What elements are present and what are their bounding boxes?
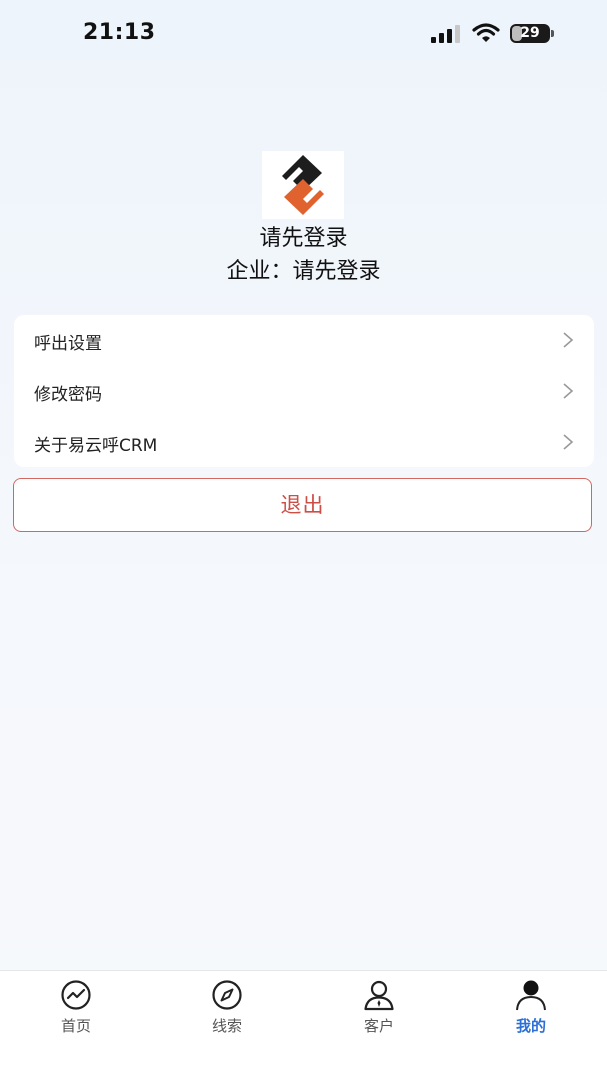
- menu-item-change-password[interactable]: 修改密码: [14, 366, 594, 416]
- tab-label: 首页: [60, 1017, 91, 1035]
- battery-percent: 29: [520, 25, 540, 41]
- logo-icon: [282, 155, 324, 215]
- company-label: 企业：: [226, 259, 293, 284]
- menu-item-about[interactable]: 关于易云呼CRM: [14, 417, 594, 467]
- logout-label: 退出: [280, 493, 325, 517]
- menu-item-label: 关于易云呼CRM: [34, 436, 158, 456]
- tab-leads[interactable]: 线索: [177, 971, 277, 1051]
- tab-label: 线索: [211, 1017, 242, 1035]
- tab-customers[interactable]: 客户: [329, 971, 429, 1051]
- chevron-right-icon: [563, 332, 574, 348]
- logout-button[interactable]: 退出: [13, 478, 592, 532]
- menu-item-call-settings[interactable]: 呼出设置: [14, 315, 594, 365]
- wifi-icon: [472, 23, 500, 42]
- battery-icon: 29: [510, 24, 550, 43]
- tab-label: 客户: [363, 1017, 394, 1035]
- menu-item-label: 呼出设置: [34, 334, 102, 354]
- status-time: 21:13: [83, 20, 156, 45]
- menu-item-label: 修改密码: [34, 385, 102, 405]
- chevron-right-icon: [563, 434, 574, 450]
- menu-card: 呼出设置 修改密码 关于易云呼CRM: [14, 315, 594, 467]
- tab-bar: 首页 线索 客户 我的: [0, 970, 607, 1081]
- compass-icon: [212, 980, 242, 1010]
- battery-tip: [551, 30, 554, 37]
- signal-icon: [431, 25, 460, 43]
- company-value: 请先登录: [292, 259, 381, 284]
- user-icon: [516, 980, 546, 1011]
- tab-home[interactable]: 首页: [26, 971, 126, 1051]
- chevron-right-icon: [563, 383, 574, 399]
- chart-line-icon: [61, 980, 91, 1010]
- app-logo: [262, 151, 344, 219]
- tab-label: 我的: [515, 1017, 546, 1035]
- status-bar: 21:13 29: [0, 0, 607, 66]
- user-name: 请先登录: [259, 226, 348, 251]
- company-line: 企业：请先登录: [0, 253, 607, 285]
- tab-mine[interactable]: 我的: [481, 971, 581, 1051]
- customer-icon: [364, 980, 394, 1011]
